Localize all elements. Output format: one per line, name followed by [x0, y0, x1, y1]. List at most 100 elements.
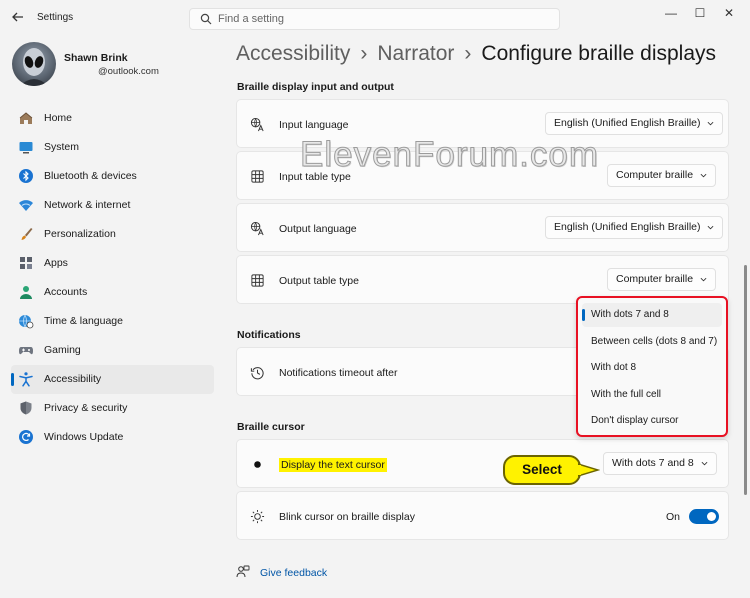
sidebar-item-apps[interactable]: Apps	[11, 249, 214, 278]
give-feedback-link[interactable]: Give feedback	[260, 567, 327, 579]
bluetooth-icon	[19, 169, 33, 183]
brush-icon	[21, 228, 33, 240]
sidebar-item-bluetooth[interactable]: Bluetooth & devices	[11, 162, 214, 191]
back-arrow-icon	[12, 12, 23, 22]
dropdown-value: Computer braille	[616, 169, 694, 181]
back-button[interactable]	[10, 10, 26, 26]
sidebar-item-label: Windows Update	[44, 431, 124, 443]
table-grid-icon	[251, 170, 264, 183]
search-input[interactable]	[218, 11, 548, 27]
display-cursor-dropdown[interactable]: With dots 7 and 8	[603, 452, 717, 475]
section-heading-io: Braille display input and output	[237, 81, 394, 93]
sidebar-nav: Home System Bluetooth & devices Network …	[11, 104, 214, 452]
section-heading-notifications: Notifications	[237, 329, 301, 341]
user-name: Shawn Brink	[64, 52, 128, 64]
sidebar-item-label: Home	[44, 112, 73, 124]
minimize-button[interactable]: —	[656, 4, 686, 22]
menu-item-dots-7-8[interactable]: With dots 7 and 8	[582, 303, 722, 327]
chevron-down-icon	[701, 461, 708, 466]
input-table-dropdown[interactable]: Computer braille	[607, 164, 717, 187]
update-icon	[19, 430, 33, 444]
sidebar-item-network[interactable]: Network & internet	[11, 191, 214, 220]
breadcrumb-accessibility[interactable]: Accessibility	[236, 42, 350, 65]
input-language-dropdown[interactable]: English (Unified English Braille)	[545, 112, 724, 135]
section-heading-braille-cursor: Braille cursor	[237, 421, 305, 433]
blink-cursor-toggle[interactable]	[689, 509, 719, 524]
breadcrumb-separator: ›	[360, 42, 368, 65]
menu-item-dot-8[interactable]: With dot 8	[582, 356, 722, 380]
apps-icon	[20, 257, 32, 269]
network-icon	[19, 200, 33, 211]
language-icon	[250, 221, 264, 236]
sidebar-item-gaming[interactable]: Gaming	[11, 336, 214, 365]
breadcrumb: Accessibility › Narrator › Configure braille…	[236, 42, 716, 66]
menu-item-full-cell[interactable]: With the full cell	[582, 383, 722, 407]
user-profile[interactable]: Shawn Brink @outlook.com	[12, 42, 202, 86]
chevron-down-icon	[708, 225, 714, 230]
sidebar-item-label: Network & internet	[44, 199, 131, 211]
blink-cursor-label: Blink cursor on braille display	[279, 511, 415, 523]
search-box[interactable]	[189, 8, 560, 30]
title-bar: Settings — ☐ ✕	[0, 0, 750, 36]
sidebar-item-label: Apps	[44, 257, 68, 269]
shield-icon	[20, 401, 32, 415]
timer-icon	[250, 367, 264, 380]
brightness-icon	[250, 509, 265, 524]
sidebar-item-label: Accessibility	[44, 373, 102, 385]
notifications-timeout-label: Notifications timeout after	[279, 367, 398, 379]
output-table-dropdown[interactable]: Computer braille	[607, 268, 717, 291]
sidebar-item-time-language[interactable]: Time & language	[11, 307, 214, 336]
cursor-options-menu: With dots 7 and 8 Between cells (dots 8 …	[576, 296, 728, 437]
dropdown-value: English (Unified English Braille)	[554, 221, 701, 233]
sidebar-item-label: Accounts	[44, 286, 88, 298]
page-title: Configure braille displays	[481, 42, 717, 65]
toggle-knob	[707, 512, 716, 521]
dropdown-value: Computer braille	[616, 273, 694, 285]
accounts-icon	[20, 286, 32, 299]
breadcrumb-narrator[interactable]: Narrator	[377, 42, 454, 65]
sidebar-item-label: Bluetooth & devices	[44, 170, 137, 182]
language-icon	[250, 117, 264, 132]
display-cursor-card: Display the text cursor With dots 7 and …	[236, 439, 729, 488]
search-icon	[200, 13, 212, 25]
breadcrumb-separator: ›	[464, 42, 472, 65]
highlighted-text: Display the text cursor	[279, 458, 387, 472]
sidebar-item-windows-update[interactable]: Windows Update	[11, 423, 214, 452]
avatar	[12, 42, 56, 86]
home-icon	[19, 112, 33, 124]
sidebar-item-label: System	[44, 141, 80, 153]
toggle-state-label: On	[666, 511, 681, 523]
maximize-button[interactable]: ☐	[685, 4, 715, 22]
dot-icon	[254, 461, 261, 468]
menu-item-between-cells[interactable]: Between cells (dots 8 and 7)	[582, 330, 722, 354]
sidebar-item-label: Gaming	[44, 344, 81, 356]
chevron-down-icon	[700, 277, 707, 282]
output-language-dropdown[interactable]: English (Unified English Braille)	[545, 216, 724, 239]
dropdown-value: English (Unified English Braille)	[554, 117, 701, 129]
sidebar-item-privacy-security[interactable]: Privacy & security	[11, 394, 214, 423]
sidebar-item-personalization[interactable]: Personalization	[11, 220, 214, 249]
sidebar-item-accounts[interactable]: Accounts	[11, 278, 214, 307]
system-icon	[19, 142, 33, 154]
output-language-card: Output language English (Unified English…	[236, 203, 729, 252]
output-language-label: Output language	[279, 223, 357, 235]
controller-icon	[19, 347, 33, 355]
sidebar-item-label: Time & language	[44, 315, 123, 327]
watermark: ElevenForum.com	[300, 135, 599, 175]
accessibility-icon	[19, 372, 33, 387]
scrollbar[interactable]	[744, 265, 747, 495]
input-language-label: Input language	[279, 119, 349, 131]
sidebar-item-system[interactable]: System	[11, 133, 214, 162]
output-table-label: Output table type	[279, 275, 359, 287]
display-cursor-label: Display the text cursor	[279, 458, 387, 472]
dropdown-value: With dots 7 and 8	[612, 457, 694, 469]
menu-item-dont-display[interactable]: Don't display cursor	[582, 409, 722, 433]
close-button[interactable]: ✕	[714, 4, 744, 22]
sidebar-item-accessibility[interactable]: Accessibility	[11, 365, 214, 394]
sidebar-item-home[interactable]: Home	[11, 104, 214, 133]
alien-avatar-icon	[20, 48, 48, 86]
sidebar-item-label: Privacy & security	[44, 402, 128, 414]
callout-arrow-icon	[578, 463, 600, 477]
chevron-down-icon	[700, 173, 707, 178]
chevron-down-icon	[708, 121, 714, 126]
